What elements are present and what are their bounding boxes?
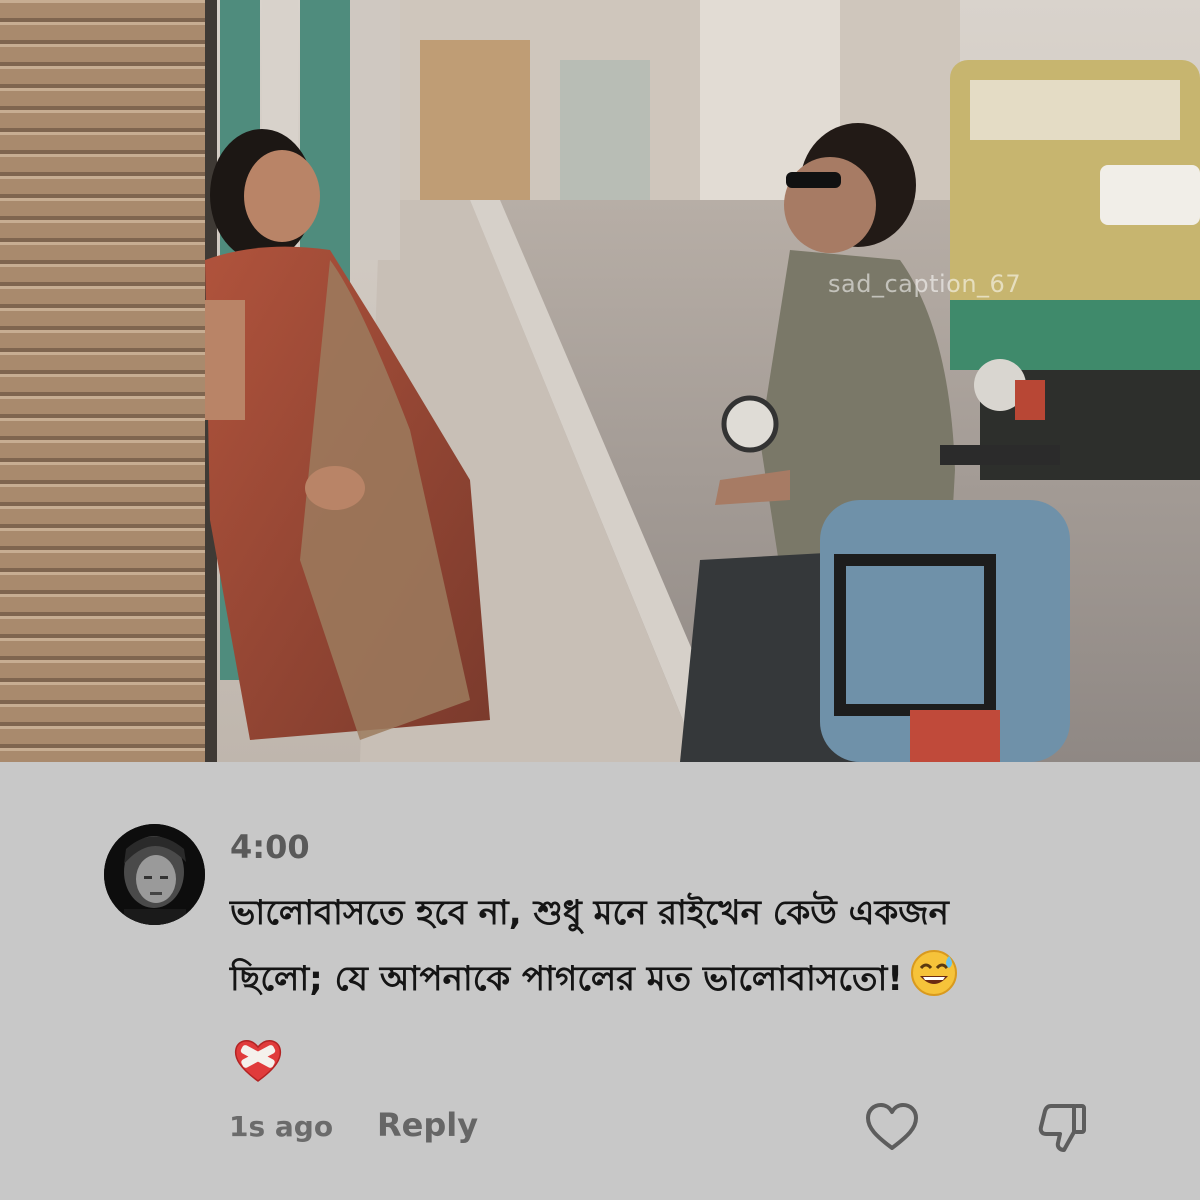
heart-outline-icon	[866, 1103, 918, 1150]
couple-street-photo	[0, 0, 1200, 762]
avatar-portrait-image	[104, 824, 205, 925]
dislike-button[interactable]	[1034, 1100, 1090, 1156]
mending-heart-emoji-icon	[232, 1034, 284, 1086]
reply-button[interactable]: Reply	[377, 1106, 478, 1144]
sweat-smile-emoji-icon	[909, 948, 959, 1020]
comment-text-line-1: ভালোবাসতে হবে না, শুধু মনে রাইখেন কেউ এক…	[230, 893, 949, 933]
comment-text-line-2: ছিলো; যে আপনাকে পাগলের মত ভালোবাসতো!	[230, 946, 1110, 1020]
commenter-avatar[interactable]	[104, 824, 205, 925]
comment-timestamp: 4:00	[230, 828, 310, 866]
post-photo: sad_caption_67	[0, 0, 1200, 762]
post-frame: sad_caption_67 4:00 ভালোবাসতে হবে না, শু…	[0, 0, 1200, 1200]
watermark-text: sad_caption_67	[828, 270, 1022, 298]
thumbs-down-icon	[1038, 1104, 1086, 1152]
like-button[interactable]	[864, 1102, 920, 1154]
comment-text: ভালোবাসতে হবে না, শুধু মনে রাইখেন কেউ এক…	[230, 880, 1110, 1020]
comment-age: 1s ago	[229, 1110, 334, 1143]
comment-text-line-2-text: ছিলো; যে আপনাকে পাগলের মত ভালোবাসতো!	[230, 959, 903, 999]
